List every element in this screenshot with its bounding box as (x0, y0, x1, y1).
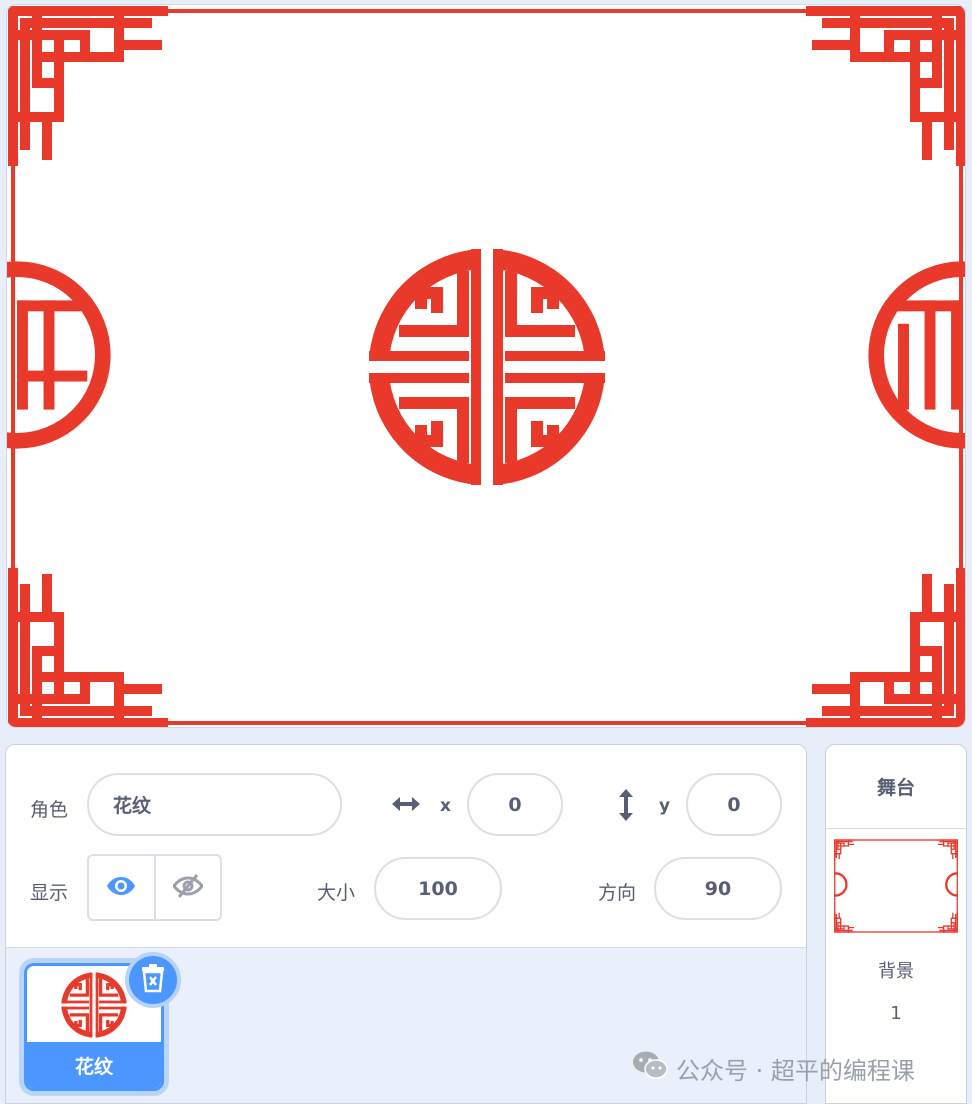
show-button[interactable] (89, 856, 156, 919)
trash-icon (140, 963, 166, 997)
sprite-properties: 角色 花纹 x 0 y 0 显示 大小 100 方向 90 (6, 745, 806, 948)
sprite-tile-name: 花纹 (27, 1042, 161, 1088)
visibility-toggle (87, 854, 222, 921)
direction-input[interactable]: 90 (654, 857, 782, 920)
delete-sprite-button[interactable] (125, 952, 181, 1008)
x-input[interactable]: 0 (467, 773, 563, 836)
backdrop-count: 1 (890, 1003, 902, 1024)
wechat-icon (632, 1050, 668, 1086)
watermark: 公众号 · 超平的编程课 (632, 1050, 915, 1086)
y-input[interactable]: 0 (686, 773, 782, 836)
sprite-label: 角色 (30, 799, 69, 821)
stage-backdrop (7, 5, 965, 728)
hide-button[interactable] (156, 856, 221, 919)
stage-canvas[interactable] (6, 4, 966, 728)
size-value: 100 (418, 877, 458, 900)
size-input[interactable]: 100 (374, 857, 502, 920)
y-value: 0 (727, 793, 741, 816)
direction-value: 90 (704, 877, 732, 900)
size-label: 大小 (317, 882, 356, 904)
watermark-text: 公众号 · 超平的编程课 (676, 1056, 915, 1085)
y-arrows-icon (614, 787, 638, 827)
direction-label: 方向 (598, 882, 637, 904)
x-value: 0 (508, 793, 522, 816)
sprite-name-input[interactable]: 花纹 (87, 773, 342, 836)
backdrop-label: 背景 (878, 961, 914, 982)
eye-icon (106, 875, 136, 901)
eye-slash-icon (171, 873, 204, 903)
stage-panel-title: 舞台 (826, 745, 966, 829)
y-axis-label: y (659, 796, 671, 816)
show-label: 显示 (30, 882, 69, 904)
sprite-name-value: 花纹 (113, 795, 152, 817)
x-axis-label: x (440, 796, 451, 816)
x-arrows-icon (389, 792, 423, 820)
backdrop-thumbnail[interactable] (826, 839, 966, 933)
